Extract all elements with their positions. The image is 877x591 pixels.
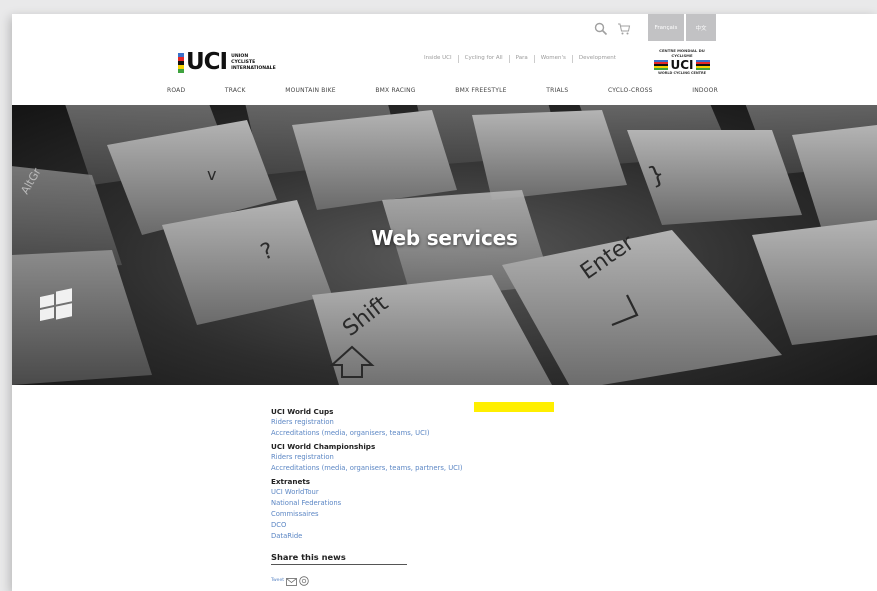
section-heading-world-championships: UCI World Championships xyxy=(271,442,376,451)
language-chinese-button[interactable]: 中文 xyxy=(686,14,716,41)
nav-track[interactable]: TRACK xyxy=(225,87,246,94)
logo-subtitle: UNION CYCLISTE INTERNATIONALE xyxy=(231,53,276,71)
nav-link-inside-uci[interactable]: Inside UCI xyxy=(424,55,452,63)
divider xyxy=(457,55,459,63)
email-icon[interactable] xyxy=(286,571,297,590)
rainbow-stripes-left xyxy=(654,60,669,70)
link-commissaires[interactable]: Commissaires xyxy=(271,509,571,520)
page-title: Web services xyxy=(371,226,518,250)
link-dco[interactable]: DCO xyxy=(271,520,571,531)
divider xyxy=(533,55,535,63)
nav-road[interactable]: ROAD xyxy=(167,87,185,94)
divider xyxy=(508,55,510,63)
share-heading: Share this news xyxy=(271,552,346,562)
link-uci-worldtour[interactable]: UCI WorldTour xyxy=(271,487,571,498)
share-buttons: Tweet xyxy=(271,571,571,590)
section-heading-extranets: Extranets xyxy=(271,477,311,486)
logo-wordmark: UCI xyxy=(186,49,228,75)
nav-bmx-freestyle[interactable]: BMX FREESTYLE xyxy=(455,87,506,94)
nav-bmx-racing[interactable]: BMX RACING xyxy=(375,87,415,94)
wcc-bottom-text: WORLD CYCLING CENTRE xyxy=(658,71,706,75)
link-world-cups-riders-registration[interactable]: Riders registration xyxy=(271,417,571,428)
cart-icon[interactable] xyxy=(617,21,631,35)
nav-link-cycling-for-all[interactable]: Cycling for All xyxy=(465,55,503,63)
main-nav: ROAD TRACK MOUNTAIN BIKE BMX RACING BMX … xyxy=(167,87,718,94)
link-championships-accreditations[interactable]: Accreditations (media, organisers, teams… xyxy=(271,463,571,474)
search-icon[interactable] xyxy=(594,21,608,36)
svg-text:v: v xyxy=(207,165,216,184)
link-dataride[interactable]: DataRide xyxy=(271,531,571,542)
nav-link-development[interactable]: Development xyxy=(579,55,616,63)
web-services-list: UCI World Cups Riders registration Accre… xyxy=(271,406,571,590)
rainbow-stripes xyxy=(178,52,184,73)
divider xyxy=(571,55,573,63)
nav-trials[interactable]: TRIALS xyxy=(546,87,568,94)
nav-mountain-bike[interactable]: MOUNTAIN BIKE xyxy=(285,87,335,94)
share-divider xyxy=(271,564,407,565)
link-national-federations[interactable]: National Federations xyxy=(271,498,571,509)
uci-logo[interactable]: UCI UNION CYCLISTE INTERNATIONALE xyxy=(178,51,276,74)
wcc-wordmark: UCI xyxy=(670,58,694,72)
wcc-top-text: CENTRE MONDIAL DU CYCLISME xyxy=(659,48,705,58)
rainbow-stripes-right xyxy=(695,60,710,70)
secondary-nav: Inside UCI Cycling for All Para Women's … xyxy=(424,55,616,63)
print-icon[interactable] xyxy=(299,571,309,590)
tweet-button[interactable]: Tweet xyxy=(271,578,284,583)
world-cycling-centre-logo[interactable]: CENTRE MONDIAL DU CYCLISME UCI WORLD CYC… xyxy=(648,48,716,75)
nav-link-womens[interactable]: Women's xyxy=(541,55,566,63)
link-championships-riders-registration[interactable]: Riders registration xyxy=(271,452,571,463)
nav-indoor[interactable]: INDOOR xyxy=(692,87,718,94)
hero-banner: Shift Enter v ? } AltGr Web services xyxy=(12,105,877,385)
page-frame: Français 中文 UCI UNION CYCLISTE INTERNATI… xyxy=(12,14,877,591)
language-french-button[interactable]: Français xyxy=(648,14,684,41)
nav-cyclo-cross[interactable]: CYCLO-CROSS xyxy=(608,87,653,94)
nav-link-para[interactable]: Para xyxy=(516,55,528,63)
section-heading-world-cups: UCI World Cups xyxy=(271,407,334,416)
link-world-cups-accreditations[interactable]: Accreditations (media, organisers, teams… xyxy=(271,428,571,439)
